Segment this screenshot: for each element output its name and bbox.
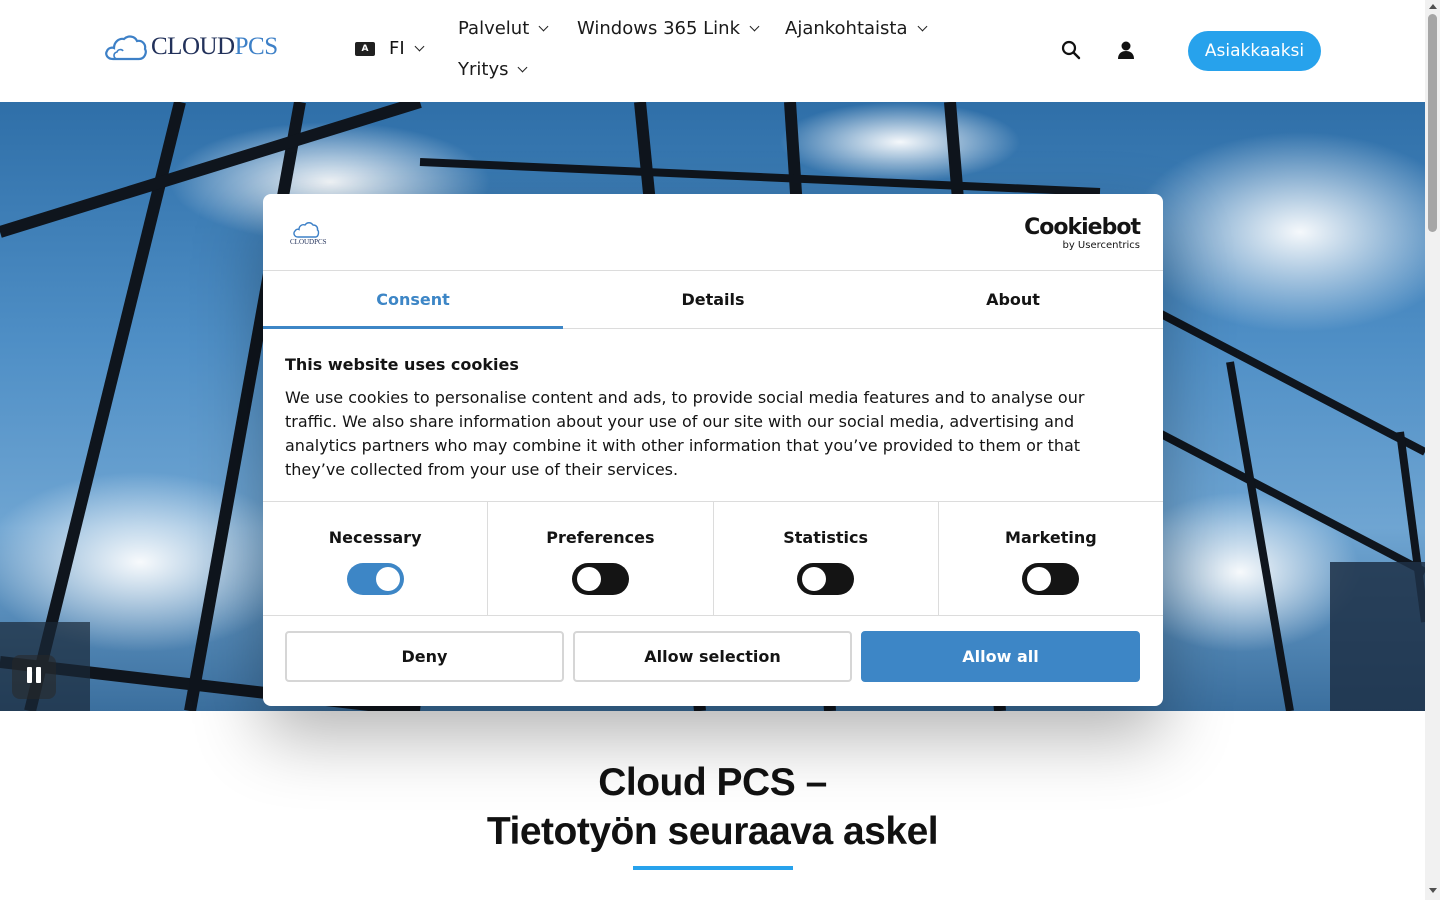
scroll-down-arrow-icon[interactable] bbox=[1429, 888, 1437, 893]
nav-label: Windows 365 Link bbox=[577, 18, 741, 39]
pause-icon bbox=[25, 667, 43, 687]
nav-label: Palvelut bbox=[458, 18, 530, 39]
nav-item-palvelut[interactable]: Palvelut bbox=[458, 18, 549, 39]
cookiebot-by: by Usercentrics bbox=[1062, 240, 1140, 251]
category-statistics: Statistics bbox=[714, 502, 939, 615]
necessary-toggle[interactable] bbox=[346, 563, 404, 595]
nav-label: Ajankohtaista bbox=[785, 18, 908, 39]
page-headline: Cloud PCS – Tietotyön seuraava askel bbox=[0, 758, 1425, 856]
headline-line-2: Tietotyön seuraava askel bbox=[486, 810, 939, 853]
nav-item-yritys[interactable]: Yritys bbox=[458, 59, 528, 80]
translate-icon: A bbox=[355, 41, 375, 56]
category-label: Necessary bbox=[328, 528, 422, 547]
category-label: Preferences bbox=[546, 528, 655, 547]
svg-text:CLOUDPCS: CLOUDPCS bbox=[290, 238, 327, 246]
toggle-knob bbox=[375, 567, 400, 591]
cloud-logo-icon bbox=[105, 35, 147, 61]
dialog-tabs: Consent Details About bbox=[263, 271, 1163, 329]
headline-line-1: Cloud PCS – bbox=[598, 761, 827, 804]
chevron-down-icon bbox=[538, 21, 549, 32]
language-code: FI bbox=[389, 38, 405, 59]
toggle-knob bbox=[1027, 567, 1052, 591]
tab-details[interactable]: Details bbox=[563, 271, 863, 328]
cookie-categories: Necessary Preferences Statistics Marketi… bbox=[263, 502, 1163, 616]
dialog-title: This website uses cookies bbox=[285, 355, 519, 374]
pause-slideshow-button[interactable] bbox=[12, 655, 56, 699]
dialog-actions: Deny Allow selection Allow all bbox=[263, 616, 1163, 682]
cookie-consent-dialog: CLOUDPCS Cookiebot by Usercentrics Conse… bbox=[263, 194, 1163, 706]
become-customer-button[interactable]: Asiakkaaksi bbox=[1188, 31, 1321, 71]
site-header: CLOUDPCS A FI Palvelut Windows 365 Link … bbox=[0, 0, 1425, 102]
search-icon[interactable] bbox=[1061, 40, 1081, 60]
category-marketing: Marketing bbox=[939, 502, 1163, 615]
dialog-header: CLOUDPCS Cookiebot by Usercentrics bbox=[263, 194, 1163, 271]
category-necessary: Necessary bbox=[263, 502, 489, 615]
toggle-knob bbox=[576, 567, 601, 591]
headline-underline bbox=[633, 866, 793, 870]
allow-selection-button[interactable]: Allow selection bbox=[573, 631, 852, 682]
chevron-down-icon bbox=[917, 21, 927, 32]
deny-button[interactable]: Deny bbox=[285, 631, 564, 682]
logo-text: CLOUDPCS bbox=[151, 33, 278, 60]
cloudpcs-small-logo: CLOUDPCS bbox=[290, 222, 327, 246]
tab-consent[interactable]: Consent bbox=[263, 271, 563, 329]
category-label: Statistics bbox=[783, 528, 868, 547]
nav-label: Yritys bbox=[458, 59, 509, 80]
allow-all-button[interactable]: Allow all bbox=[861, 631, 1140, 682]
chevron-down-icon bbox=[749, 21, 760, 32]
page-scrollbar[interactable] bbox=[1425, 0, 1440, 900]
category-preferences: Preferences bbox=[488, 502, 714, 615]
cookiebot-name: Cookiebot bbox=[1024, 215, 1141, 240]
tab-about[interactable]: About bbox=[863, 271, 1163, 328]
user-icon[interactable] bbox=[1116, 40, 1136, 60]
category-label: Marketing bbox=[1005, 528, 1097, 547]
dialog-description: We use cookies to personalise content an… bbox=[285, 388, 1085, 479]
dialog-body: This website uses cookies We use cookies… bbox=[263, 329, 1163, 502]
preferences-toggle[interactable] bbox=[571, 563, 629, 595]
nav-item-windows-365-link[interactable]: Windows 365 Link bbox=[577, 18, 760, 39]
toggle-knob bbox=[802, 567, 827, 591]
cookiebot-logo[interactable]: Cookiebot by Usercentrics bbox=[1024, 215, 1141, 252]
statistics-toggle[interactable] bbox=[797, 563, 855, 595]
nav-item-ajankohtaista[interactable]: Ajankohtaista bbox=[785, 18, 927, 39]
chevron-down-icon bbox=[414, 41, 425, 52]
language-selector[interactable]: A FI bbox=[355, 38, 425, 59]
marketing-toggle[interactable] bbox=[1022, 563, 1080, 595]
scrollbar-thumb[interactable] bbox=[1428, 14, 1437, 232]
scroll-up-arrow-icon[interactable] bbox=[1429, 4, 1437, 9]
chevron-down-icon bbox=[518, 62, 528, 73]
site-logo[interactable]: CLOUDPCS bbox=[104, 32, 278, 62]
